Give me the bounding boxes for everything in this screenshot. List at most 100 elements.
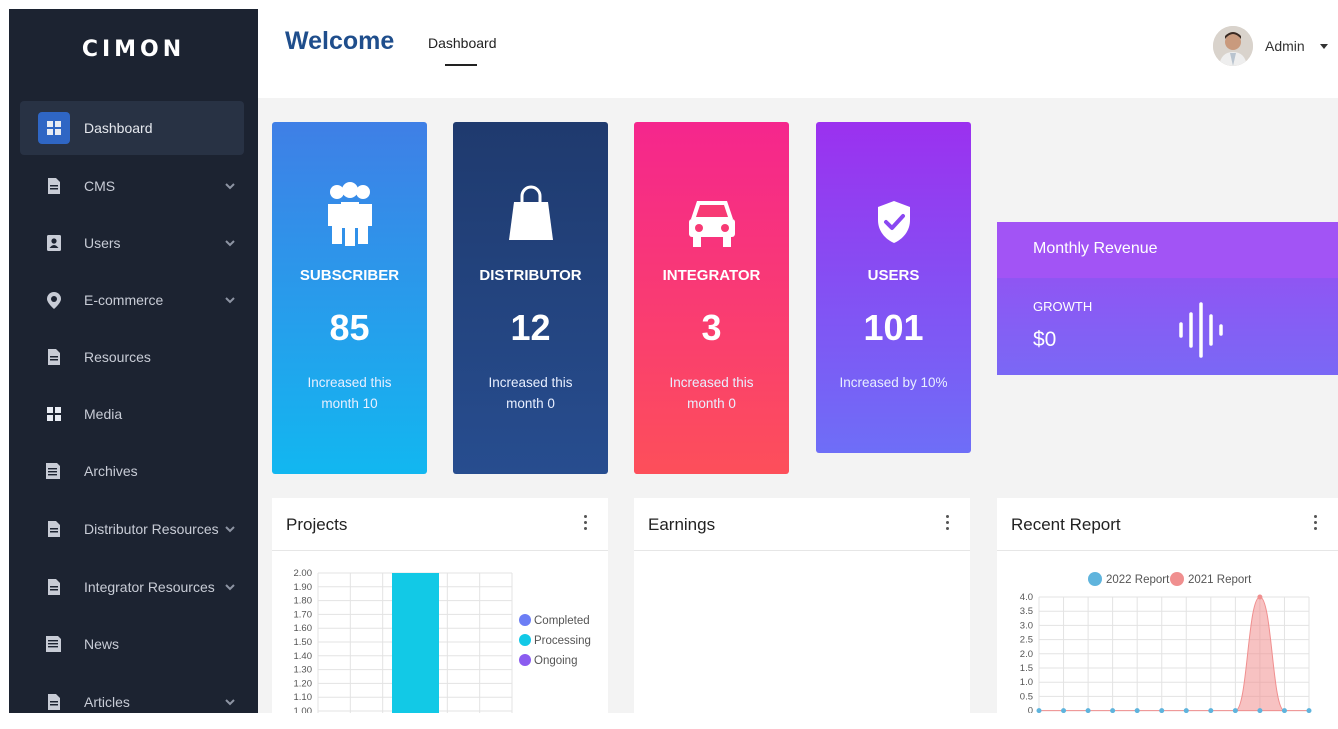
stat-value: 12 bbox=[510, 307, 551, 348]
legend-swatch bbox=[519, 654, 531, 666]
point-2021-report bbox=[1257, 594, 1263, 600]
panel-title: Earnings bbox=[648, 515, 716, 534]
point-2022-report bbox=[1208, 708, 1214, 713]
sidebar: CIMON Dashboard CMS Users E-commerce Resourc… bbox=[9, 9, 258, 713]
y-tick-label: 0.5 bbox=[1020, 691, 1033, 702]
stat-note: Increased by 10% bbox=[839, 375, 948, 390]
sidebar-item-dashboard[interactable]: Dashboard bbox=[20, 101, 244, 155]
legend-label: 2021 Report bbox=[1188, 574, 1252, 586]
more-vertical-icon[interactable] bbox=[584, 515, 588, 533]
sidebar-item-e-commerce[interactable]: E-commerce bbox=[20, 273, 244, 327]
recent-report-chart: 4.0 3.5 3.0 2.5 2.0 1.5 1.0 0.5 0 2022 Report 2021… bbox=[997, 551, 1338, 713]
car-icon bbox=[634, 197, 789, 249]
y-tick-label: 1.40 bbox=[294, 651, 313, 662]
bar-processing bbox=[392, 573, 439, 713]
sidebar-item-label: News bbox=[84, 636, 120, 652]
chevron-down-icon[interactable] bbox=[224, 237, 236, 249]
y-tick-label: 4.0 bbox=[1020, 592, 1033, 603]
stat-value: 101 bbox=[863, 307, 924, 348]
more-vertical-icon[interactable] bbox=[946, 515, 950, 533]
sidebar-item-label: E-commerce bbox=[84, 292, 164, 308]
y-tick-label: 1.00 bbox=[294, 706, 313, 713]
growth-value: $0 bbox=[1033, 328, 1057, 351]
y-tick-label: 2.0 bbox=[1020, 649, 1033, 660]
y-tick-label: 0 bbox=[1028, 706, 1033, 713]
y-tick-label: 1.5 bbox=[1020, 663, 1033, 674]
sidebar-item-label: Articles bbox=[84, 694, 130, 710]
sidebar-item-label: Archives bbox=[84, 463, 138, 479]
sidebar-item-users[interactable]: Users bbox=[20, 216, 244, 270]
divider bbox=[634, 550, 970, 551]
point-2022-report bbox=[1159, 708, 1165, 713]
legend-swatch bbox=[1170, 572, 1184, 586]
point-2022-report bbox=[1134, 708, 1140, 713]
sidebar-item-distributor-resources[interactable]: Distributor Resources bbox=[20, 502, 244, 556]
legend-label: Processing bbox=[534, 635, 591, 647]
y-tick-label: 1.60 bbox=[294, 623, 313, 634]
tab-dashboard[interactable]: Dashboard bbox=[428, 35, 497, 51]
logo[interactable]: CIMON bbox=[9, 9, 258, 89]
sidebar-item-archives[interactable]: Archives bbox=[20, 444, 244, 498]
sidebar-item-cms[interactable]: CMS bbox=[20, 159, 244, 213]
point-2022-report bbox=[1183, 708, 1189, 713]
stat-card-distributor[interactable]: DISTRIBUTOR 12 Increased this month 0 bbox=[453, 122, 608, 474]
news-icon bbox=[38, 628, 70, 660]
projects-chart: 2.00 1.90 1.80 1.70 1.60 1.50 1.40 1.30 1.20 1.10… bbox=[272, 551, 608, 713]
point-2022-report bbox=[1281, 708, 1287, 713]
y-tick-label: 1.50 bbox=[294, 637, 313, 648]
shopping-bag-icon bbox=[453, 182, 608, 242]
point-2022-report bbox=[1257, 708, 1263, 713]
user-card-icon bbox=[38, 227, 70, 259]
more-vertical-icon[interactable] bbox=[1314, 515, 1318, 533]
stat-value: 85 bbox=[329, 307, 370, 348]
y-tick-label: 2.00 bbox=[294, 568, 313, 579]
y-tick-label: 1.80 bbox=[294, 596, 313, 607]
main-content: SUBSCRIBER 85 Increased this month 10 DI… bbox=[258, 98, 1338, 713]
point-2022-report bbox=[1232, 708, 1238, 713]
stat-card-integrator[interactable]: INTEGRATOR 3 Increased this month 0 bbox=[634, 122, 789, 474]
sidebar-item-label: Distributor Resources bbox=[84, 521, 219, 537]
point-2022-report bbox=[1061, 708, 1067, 713]
page-title: Welcome bbox=[285, 27, 395, 55]
location-icon bbox=[38, 284, 70, 316]
logo-text: CIMON bbox=[81, 36, 186, 62]
document-icon bbox=[38, 686, 70, 718]
revenue-title: Monthly Revenue bbox=[1033, 240, 1158, 257]
chevron-down-icon[interactable] bbox=[224, 180, 236, 192]
chevron-down-icon[interactable] bbox=[224, 581, 236, 593]
y-tick-label: 1.90 bbox=[294, 582, 313, 593]
legend-label: Ongoing bbox=[534, 655, 577, 667]
sidebar-item-integrator-resources[interactable]: Integrator Resources bbox=[20, 560, 244, 614]
sidebar-item-news[interactable]: News bbox=[20, 617, 244, 671]
y-tick-label: 1.30 bbox=[294, 665, 313, 676]
chevron-down-icon[interactable] bbox=[224, 294, 236, 306]
stat-card-subscriber[interactable]: SUBSCRIBER 85 Increased this month 10 bbox=[272, 122, 427, 474]
stat-card-users[interactable]: USERS 101 Increased by 10% bbox=[816, 122, 971, 453]
tab-active-indicator bbox=[445, 64, 477, 66]
document-icon bbox=[38, 170, 70, 202]
point-2022-report bbox=[1036, 708, 1042, 713]
recent-report-panel: Recent Report 4.0 3.5 3.0 2.5 2.0 1.5 1.0 0.5 0 2… bbox=[997, 498, 1338, 713]
stat-title: DISTRIBUTOR bbox=[479, 267, 582, 284]
user-name[interactable]: Admin bbox=[1265, 38, 1305, 54]
stat-note: Increased this month 0 bbox=[488, 375, 573, 411]
legend-swatch bbox=[1088, 572, 1102, 586]
caret-down-icon[interactable] bbox=[1320, 44, 1328, 49]
stat-note: Increased this month 0 bbox=[669, 375, 754, 411]
chevron-down-icon[interactable] bbox=[224, 523, 236, 535]
earnings-panel: Earnings bbox=[634, 498, 970, 713]
sidebar-item-resources[interactable]: Resources bbox=[20, 330, 244, 384]
stat-title: INTEGRATOR bbox=[662, 267, 761, 284]
monthly-revenue-card: Monthly Revenue GROWTH $0 bbox=[997, 222, 1338, 375]
sidebar-item-media[interactable]: Media bbox=[20, 387, 244, 441]
stat-title: SUBSCRIBER bbox=[299, 267, 400, 284]
sidebar-item-articles[interactable]: Articles bbox=[20, 675, 244, 729]
sidebar-item-label: Resources bbox=[84, 349, 151, 365]
y-tick-label: 1.10 bbox=[294, 692, 313, 703]
sidebar-item-label: Media bbox=[84, 406, 123, 422]
top-bar: Welcome Dashboard Admin bbox=[258, 9, 1338, 98]
grid-icon bbox=[38, 398, 70, 430]
point-2022-report bbox=[1306, 708, 1312, 713]
avatar[interactable] bbox=[1213, 26, 1253, 66]
chevron-down-icon[interactable] bbox=[224, 696, 236, 708]
